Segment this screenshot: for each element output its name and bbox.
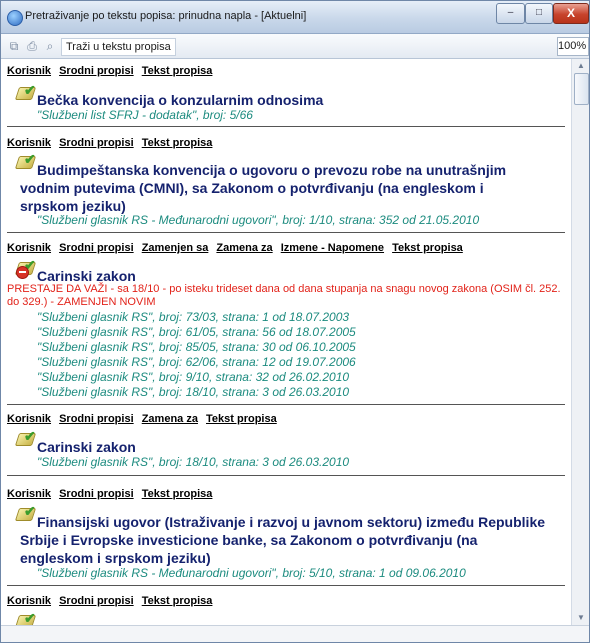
link-srodni-propisi[interactable]: Srodni propisi bbox=[59, 137, 134, 149]
app-icon bbox=[7, 10, 23, 26]
publication-ref: "Službeni glasnik RS", broj: 9/10, stran… bbox=[37, 370, 350, 384]
regulation-title[interactable]: Finansijski ugovor (Istraživanje i razvo… bbox=[20, 513, 545, 567]
link-korisnik[interactable]: Korisnik bbox=[7, 595, 51, 607]
zoom-select[interactable]: 100% bbox=[557, 37, 589, 56]
maximize-button[interactable]: □ bbox=[525, 3, 553, 24]
print-icon[interactable]: ⎙ bbox=[25, 39, 39, 53]
results-list: Korisnik Srodni propisi Tekst propisa ✔ … bbox=[1, 59, 571, 625]
separator bbox=[7, 232, 565, 233]
document-icon: ✔ bbox=[14, 83, 37, 101]
entry-links: Korisnik Srodni propisi Tekst propisa bbox=[7, 488, 217, 500]
document-icon: ✔ bbox=[14, 611, 37, 625]
regulation-title[interactable]: Budimpeštanska konvencija o ugovoru o pr… bbox=[20, 161, 545, 215]
entry-links: Korisnik Srodni propisi Tekst propisa bbox=[7, 595, 217, 607]
publication-ref: "Službeni glasnik RS", broj: 62/06, stra… bbox=[37, 355, 356, 369]
separator bbox=[7, 404, 565, 405]
link-korisnik[interactable]: Korisnik bbox=[7, 413, 51, 425]
search-in-text-button[interactable]: Traži u tekstu propisa bbox=[61, 38, 176, 56]
entry-links: Korisnik Srodni propisi Tekst propisa bbox=[7, 65, 217, 77]
entry-links: Korisnik Srodni propisi Zamenjen sa Zame… bbox=[7, 242, 468, 254]
link-zamenjen-sa[interactable]: Zamenjen sa bbox=[142, 242, 209, 254]
scroll-down-icon[interactable]: ▼ bbox=[574, 613, 588, 623]
close-button[interactable]: X bbox=[553, 3, 589, 24]
link-zamena-za[interactable]: Zamena za bbox=[142, 413, 198, 425]
publication-ref: "Službeni list SFRJ - dodatak", broj: 5/… bbox=[37, 108, 253, 122]
link-srodni-propisi[interactable]: Srodni propisi bbox=[59, 65, 134, 77]
document-icon: ✔ bbox=[14, 429, 37, 447]
validity-status: PRESTAJE DA VAŽI - sa 18/10 - po isteku … bbox=[7, 283, 561, 308]
publication-ref: "Službeni glasnik RS", broj: 85/05, stra… bbox=[37, 340, 356, 354]
link-srodni-propisi[interactable]: Srodni propisi bbox=[59, 488, 134, 500]
document-icon-repealed: ✔ bbox=[14, 258, 37, 279]
publication-ref: "Službeni glasnik RS", broj: 73/03, stra… bbox=[37, 310, 350, 324]
link-korisnik[interactable]: Korisnik bbox=[7, 242, 51, 254]
publication-ref: "Službeni glasnik RS - Međunarodni ugovo… bbox=[37, 213, 480, 227]
link-tekst-propisa[interactable]: Tekst propisa bbox=[142, 595, 213, 607]
publication-ref: "Službeni glasnik RS - Međunarodni ugovo… bbox=[37, 566, 466, 580]
regulation-title[interactable]: Carinski zakon bbox=[37, 438, 557, 456]
publication-ref: "Službeni glasnik RS", broj: 18/10, stra… bbox=[37, 455, 350, 469]
separator bbox=[7, 475, 565, 476]
preview-icon[interactable]: ⌕ bbox=[43, 39, 57, 53]
stop-icon bbox=[16, 266, 29, 279]
scroll-thumb[interactable] bbox=[574, 73, 589, 105]
publication-ref: "Službeni glasnik RS", broj: 18/10, stra… bbox=[37, 385, 350, 399]
link-tekst-propisa[interactable]: Tekst propisa bbox=[142, 488, 213, 500]
copy-icon[interactable]: ⧉ bbox=[7, 39, 21, 53]
link-korisnik[interactable]: Korisnik bbox=[7, 137, 51, 149]
title-bar: Pretraživanje po tekstu popisa: prinudna… bbox=[1, 1, 589, 34]
scroll-up-icon[interactable]: ▲ bbox=[574, 61, 588, 71]
app-window: Pretraživanje po tekstu popisa: prinudna… bbox=[0, 0, 590, 643]
publication-ref: "Službeni glasnik RS", broj: 61/05, stra… bbox=[37, 325, 356, 339]
link-izmene-napomene[interactable]: Izmene - Napomene bbox=[281, 242, 384, 254]
link-srodni-propisi[interactable]: Srodni propisi bbox=[59, 595, 134, 607]
window-title: Pretraživanje po tekstu popisa: prinudna… bbox=[25, 10, 307, 22]
status-bar bbox=[1, 625, 589, 642]
minimize-button[interactable]: – bbox=[496, 3, 525, 24]
separator bbox=[7, 126, 565, 127]
link-tekst-propisa[interactable]: Tekst propisa bbox=[392, 242, 463, 254]
link-korisnik[interactable]: Korisnik bbox=[7, 65, 51, 77]
link-srodni-propisi[interactable]: Srodni propisi bbox=[59, 242, 134, 254]
vertical-scrollbar[interactable]: ▲ ▼ bbox=[571, 59, 589, 625]
entry-links: Korisnik Srodni propisi Tekst propisa bbox=[7, 137, 217, 149]
link-tekst-propisa[interactable]: Tekst propisa bbox=[142, 137, 213, 149]
link-zamena-za[interactable]: Zamena za bbox=[216, 242, 272, 254]
separator bbox=[7, 585, 565, 586]
entry-links: Korisnik Srodni propisi Zamena za Tekst … bbox=[7, 413, 282, 425]
regulation-title[interactable]: Bečka konvencija o konzularnim odnosima bbox=[37, 91, 557, 109]
link-srodni-propisi[interactable]: Srodni propisi bbox=[59, 413, 134, 425]
link-tekst-propisa[interactable]: Tekst propisa bbox=[206, 413, 277, 425]
link-korisnik[interactable]: Korisnik bbox=[7, 488, 51, 500]
link-tekst-propisa[interactable]: Tekst propisa bbox=[142, 65, 213, 77]
toolbar: ⧉ ⎙ ⌕ Traži u tekstu propisa 100% bbox=[1, 34, 589, 59]
